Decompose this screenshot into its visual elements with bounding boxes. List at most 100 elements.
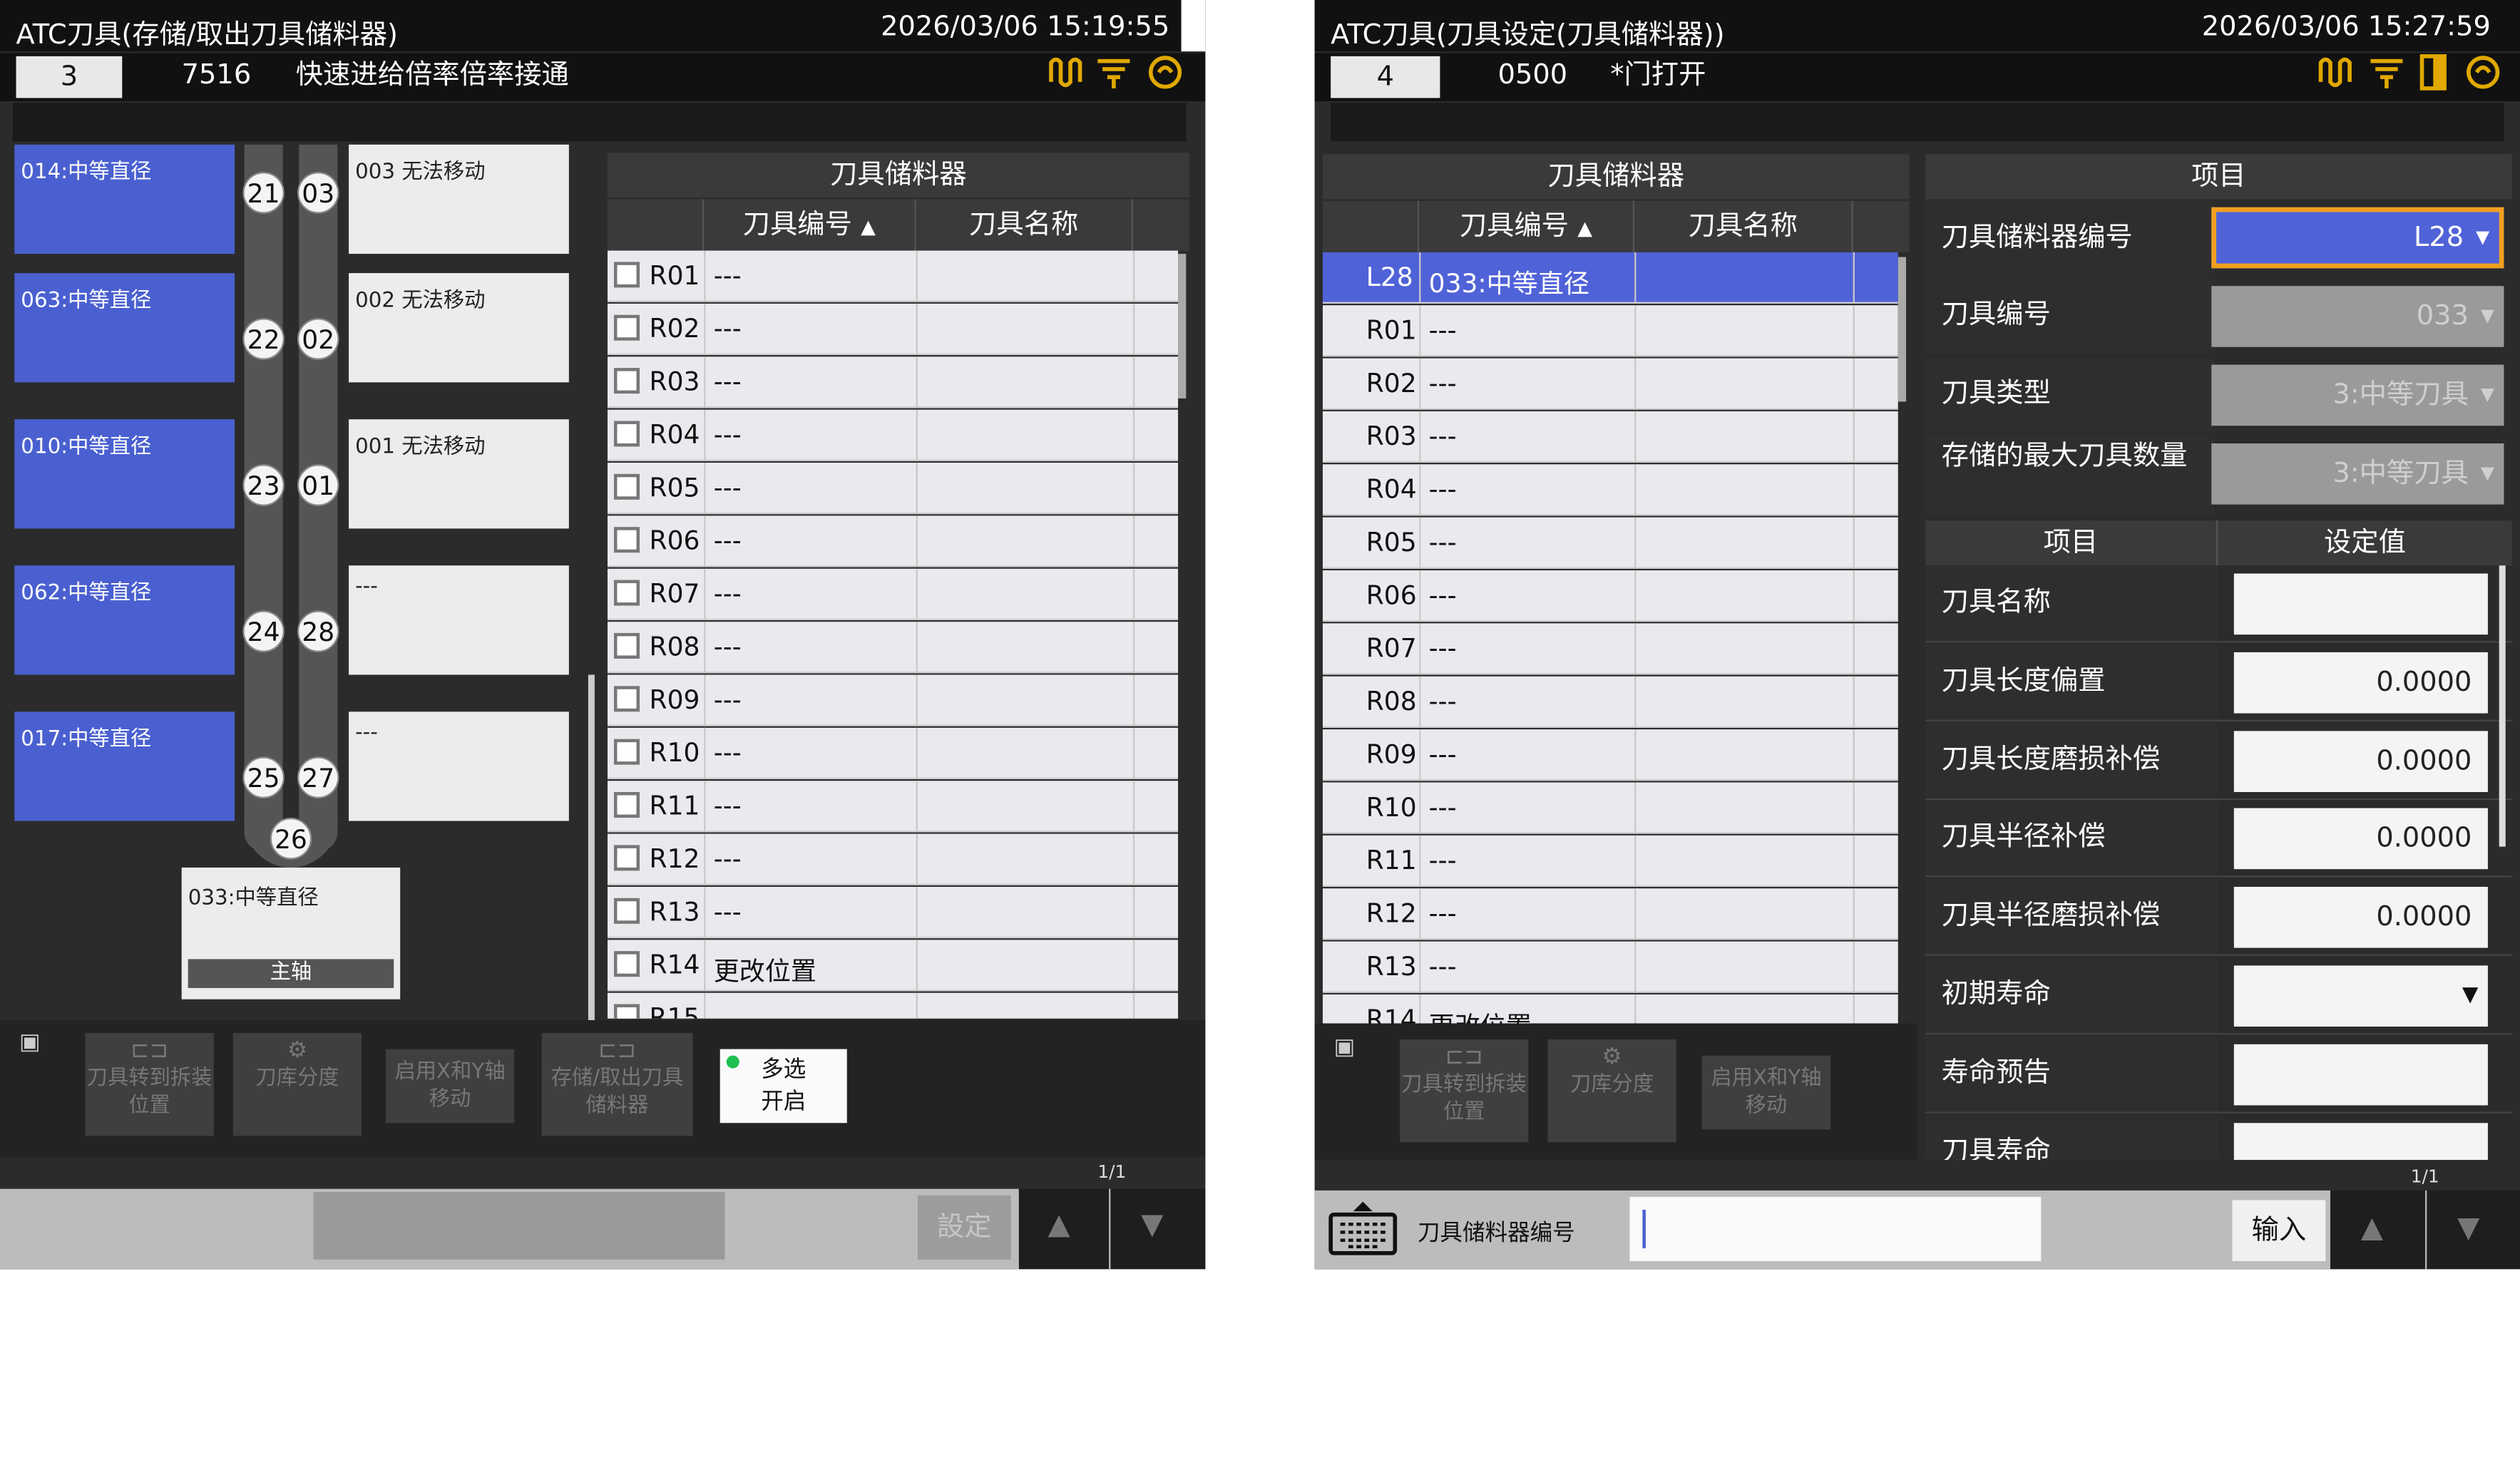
checkbox[interactable]: [613, 951, 640, 977]
table-row[interactable]: R03 ---: [607, 356, 1179, 408]
checkbox[interactable]: [613, 262, 640, 288]
enable-xy-move-button[interactable]: 启用X和Y轴移动: [1701, 1055, 1831, 1130]
column-header-number[interactable]: 刀具编号 ▲: [704, 199, 916, 251]
input-field[interactable]: [1629, 1196, 2042, 1262]
magazine-pot-01[interactable]: 001 无法移动: [349, 419, 569, 529]
table-row[interactable]: R12 ---: [1322, 888, 1898, 940]
table-row[interactable]: R10 ---: [607, 727, 1179, 779]
table-row[interactable]: R06 ---: [607, 515, 1179, 567]
column-divider: [704, 727, 706, 779]
magazine-pot-03[interactable]: 003 无法移动: [349, 144, 569, 255]
tool-number-select[interactable]: 033 ▼: [2211, 286, 2504, 347]
page-up-icon[interactable]: ▲: [2361, 1211, 2383, 1245]
checkbox[interactable]: [613, 368, 640, 394]
column-header-name[interactable]: 刀具名称: [1634, 200, 1853, 252]
checkbox[interactable]: [613, 527, 640, 553]
tool-name: ---: [1428, 314, 1457, 346]
table-row[interactable]: R13 ---: [607, 886, 1179, 939]
page-down-icon[interactable]: ▼: [2457, 1211, 2479, 1245]
table-row[interactable]: R01 ---: [607, 250, 1179, 302]
table-row[interactable]: R10 ---: [1322, 782, 1898, 834]
table-row[interactable]: R08 ---: [607, 622, 1179, 674]
screen-menu-icon[interactable]: ▣: [19, 1030, 41, 1056]
table-row[interactable]: R09 ---: [607, 674, 1179, 726]
table-row[interactable]: R08 ---: [1322, 676, 1898, 728]
checkbox[interactable]: [613, 686, 640, 712]
checkbox[interactable]: [613, 1004, 640, 1019]
table-row[interactable]: L28 033:中等直径: [1322, 252, 1898, 304]
magazine-pot-27[interactable]: ---: [349, 711, 569, 821]
tool-storage-id: R12: [1366, 898, 1417, 929]
screen-menu-icon[interactable]: ▣: [1334, 1034, 1356, 1060]
table-row[interactable]: R01 ---: [1322, 305, 1898, 357]
magazine-index-button[interactable]: ⚙ 刀库分度: [1547, 1039, 1676, 1143]
setting-label: 刀具长度磨损补偿: [1925, 722, 2218, 798]
table-row[interactable]: R07 ---: [1322, 623, 1898, 675]
table-row[interactable]: R04 ---: [607, 409, 1179, 461]
magazine-pot-02[interactable]: 002 无法移动: [349, 273, 569, 383]
tool-type-select[interactable]: 3:中等刀具 ▼: [2211, 364, 2504, 426]
table-row[interactable]: R02 ---: [1322, 358, 1898, 410]
setting-value-field[interactable]: 0.0000: [2233, 730, 2488, 792]
table-row[interactable]: R11 ---: [1322, 835, 1898, 887]
table-row[interactable]: R05 ---: [607, 463, 1179, 515]
column-header-number[interactable]: 刀具编号 ▲: [1419, 200, 1635, 252]
checkbox[interactable]: [613, 473, 640, 500]
page-down-icon[interactable]: ▼: [1141, 1208, 1163, 1242]
magazine-pot-23[interactable]: 010:中等直径: [14, 419, 235, 529]
checkbox[interactable]: [613, 792, 640, 818]
checkbox[interactable]: [613, 845, 640, 871]
storage-scrollbar[interactable]: [1178, 254, 1187, 399]
setting-value-field[interactable]: [2233, 1122, 2488, 1161]
setting-value-field[interactable]: [2233, 1044, 2488, 1105]
setting-value-field[interactable]: 0.0000: [2233, 808, 2488, 870]
set-button[interactable]: 設定: [917, 1195, 1011, 1260]
magazine-index-button[interactable]: ⚙ 刀库分度: [232, 1033, 362, 1136]
table-row[interactable]: R13 ---: [1322, 941, 1898, 993]
table-row[interactable]: R15: [607, 992, 1179, 1019]
magazine-pot-24[interactable]: 062:中等直径: [14, 565, 235, 675]
column-header-name[interactable]: 刀具名称: [916, 199, 1133, 251]
tool-to-change-position-button[interactable]: ⊏⊐ 刀具转到拆装位置: [85, 1033, 214, 1136]
setting-value-field[interactable]: 0.0000: [2233, 652, 2488, 714]
magazine-pot-28[interactable]: ---: [349, 565, 569, 675]
checkbox[interactable]: [613, 632, 640, 659]
table-row[interactable]: R04 ---: [1322, 464, 1898, 516]
setting-value-field[interactable]: 0.0000: [2233, 887, 2488, 949]
table-row[interactable]: R14 更改位置: [1322, 994, 1898, 1024]
tool-to-change-position-button[interactable]: ⊏⊐ 刀具转到拆装位置: [1400, 1039, 1529, 1143]
table-row[interactable]: R11 ---: [607, 781, 1179, 833]
table-row[interactable]: R02 ---: [607, 303, 1179, 356]
table-row[interactable]: R14 更改位置: [607, 940, 1179, 992]
checkbox[interactable]: [613, 739, 640, 765]
checkbox[interactable]: [613, 314, 640, 341]
max-tools-select[interactable]: 3:中等刀具 ▼: [2211, 443, 2504, 505]
table-row[interactable]: R12 ---: [607, 833, 1179, 885]
magazine-pot-25[interactable]: 017:中等直径: [14, 711, 235, 821]
table-row[interactable]: R03 ---: [1322, 411, 1898, 463]
keyboard-icon[interactable]: [1328, 1198, 1398, 1256]
column-divider: [1853, 941, 1855, 993]
table-row[interactable]: R07 ---: [607, 568, 1179, 620]
storage-number-select[interactable]: L28 ▼: [2211, 207, 2504, 269]
settings-scrollbar[interactable]: [2499, 565, 2506, 847]
table-row[interactable]: R06 ---: [1322, 570, 1898, 622]
table-row[interactable]: R05 ---: [1322, 517, 1898, 569]
setting-value-field[interactable]: [2233, 573, 2488, 635]
checkbox[interactable]: [613, 898, 640, 924]
setting-value-field[interactable]: ▼: [2233, 965, 2488, 1027]
input-field[interactable]: [313, 1192, 725, 1260]
magazine-pot-22[interactable]: 063:中等直径: [14, 273, 235, 383]
left-scrollbar[interactable]: [588, 674, 595, 1021]
store-retrieve-storage-button[interactable]: ⊏⊐ 存储/取出刀具储料器: [541, 1033, 693, 1136]
magazine-pot-21[interactable]: 014:中等直径: [14, 144, 235, 255]
checkbox[interactable]: [613, 580, 640, 606]
column-divider: [1853, 888, 1855, 940]
input-button[interactable]: 输入: [2232, 1200, 2326, 1262]
multi-select-toggle[interactable]: 多选 开启: [719, 1049, 847, 1124]
page-up-icon[interactable]: ▲: [1048, 1208, 1070, 1242]
storage-scrollbar[interactable]: [1897, 257, 1907, 402]
checkbox[interactable]: [613, 421, 640, 447]
table-row[interactable]: R09 ---: [1322, 729, 1898, 781]
enable-xy-move-button[interactable]: 启用X和Y轴移动: [385, 1049, 515, 1124]
